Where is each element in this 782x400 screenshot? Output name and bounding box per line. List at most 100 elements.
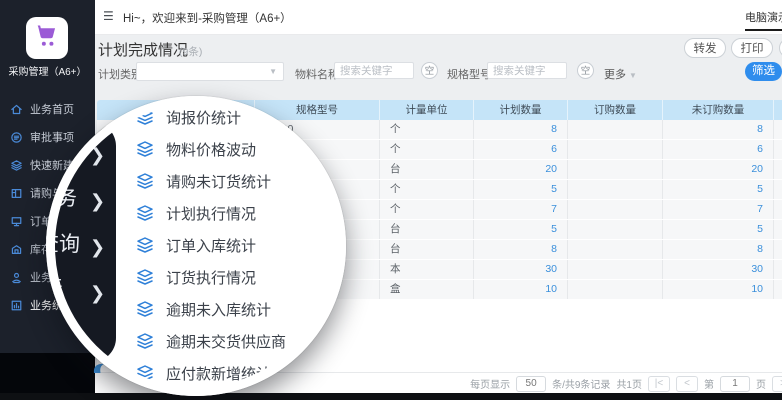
plan-qty-link[interactable]: 8 <box>474 240 568 259</box>
column-header: 未订购数量 <box>663 100 774 120</box>
unordered-qty-link[interactable]: 8 <box>663 120 774 139</box>
layers-icon <box>136 332 154 350</box>
bottom-dark-strip <box>0 393 782 400</box>
layers-icon <box>136 140 154 158</box>
ordered-qty-cell <box>568 180 663 199</box>
ordered-qty-cell <box>568 120 663 139</box>
ordered-qty-cell <box>568 200 663 219</box>
spec-clear-button[interactable]: 空 <box>577 62 594 79</box>
app-root: ☰ Hi~，欢迎来到-采购管理（A6+） 电脑演示 计划完成情况 (9条) 转发… <box>0 0 782 400</box>
spacer-cell <box>774 260 782 279</box>
per-page-input[interactable]: 50 <box>516 376 546 392</box>
top-bar: ☰ Hi~，欢迎来到-采购管理（A6+） 电脑演示 <box>95 0 782 35</box>
spacer-cell <box>774 120 782 139</box>
submenu-item[interactable]: 询报价统计 <box>136 106 241 128</box>
unit-cell: 台 <box>380 220 474 239</box>
submenu-item-label: 订货执行情况 <box>166 267 256 288</box>
shopping-cart-icon <box>33 22 61 55</box>
material-name-label: 物料名称 <box>295 66 339 82</box>
submenu-item-label: 订单入库统计 <box>166 235 256 256</box>
chevron-right-icon: ❯ <box>90 283 110 304</box>
query-icon <box>10 271 23 284</box>
submenu-item-label: 逾期未入库统计 <box>166 299 271 320</box>
submenu-item[interactable]: 计划执行情况 <box>136 202 256 224</box>
ordered-qty-cell <box>568 240 663 259</box>
tab-pc-demo[interactable]: 电脑演示 <box>745 9 782 25</box>
page-number-input[interactable]: 1 <box>720 376 750 392</box>
app-logo <box>26 17 68 59</box>
page-prefix-label: 第 <box>704 376 714 391</box>
spacer-cell <box>774 180 782 199</box>
unit-cell: 个 <box>380 120 474 139</box>
layers-icon <box>136 108 154 126</box>
unit-cell: 台 <box>380 240 474 259</box>
submenu-item[interactable]: 逾期未入库统计 <box>136 298 271 320</box>
unit-cell: 个 <box>380 180 474 199</box>
unordered-qty-link[interactable]: 8 <box>663 240 774 259</box>
submenu-item[interactable]: 请购未订货统计 <box>136 170 271 192</box>
unordered-qty-link[interactable]: 5 <box>663 180 774 199</box>
print-button[interactable]: 打印 <box>731 38 773 58</box>
material-clear-button[interactable]: 空 <box>421 62 438 79</box>
spacer-cell <box>774 240 782 259</box>
submenu-item[interactable]: 逾期未交货供应商 <box>136 330 286 352</box>
plan-qty-link[interactable]: 8 <box>474 120 568 139</box>
pages-total-label: 共1页 <box>616 376 642 391</box>
submenu-item[interactable]: 物料价格波动 <box>136 138 256 160</box>
unordered-qty-link[interactable]: 7 <box>663 200 774 219</box>
filter-button[interactable]: 筛选 <box>745 62 782 81</box>
prev-page-button[interactable]: < <box>676 376 698 392</box>
records-total-label: 条/共9条记录 <box>552 376 610 391</box>
hamburger-menu-icon[interactable]: ☰ <box>103 9 114 23</box>
create-icon <box>10 159 23 172</box>
ordered-qty-cell <box>568 260 663 279</box>
magnified-text-fragment: 务 <box>56 182 77 212</box>
chevron-down-icon: ▼ <box>629 71 637 80</box>
approval-icon <box>10 131 23 144</box>
first-page-button[interactable]: |< <box>648 376 670 392</box>
unordered-qty-link[interactable]: 6 <box>663 140 774 159</box>
more-filters-toggle[interactable]: 更多▼ <box>604 66 637 82</box>
plan-qty-link[interactable]: 7 <box>474 200 568 219</box>
spec-model-label: 规格型号 <box>447 66 491 82</box>
spacer-cell <box>774 140 782 159</box>
active-tab-underline <box>745 29 782 31</box>
plan-qty-link[interactable]: 10 <box>474 280 568 299</box>
welcome-text: Hi~，欢迎来到-采购管理（A6+） <box>123 10 292 26</box>
unordered-qty-link[interactable]: 20 <box>663 160 774 179</box>
column-header: 计量单位 <box>380 100 474 120</box>
chevron-right-icon: ❯ <box>90 145 110 166</box>
plan-type-select[interactable]: ▼ <box>136 62 284 81</box>
unordered-qty-link[interactable]: 10 <box>663 280 774 299</box>
chevron-right-icon: ❯ <box>90 191 110 212</box>
unordered-qty-link[interactable]: 5 <box>663 220 774 239</box>
submenu-item[interactable]: 订货执行情况 <box>136 266 256 288</box>
next-page-button[interactable]: > <box>772 376 782 392</box>
report-icon <box>10 299 23 312</box>
unit-cell: 盒 <box>380 280 474 299</box>
ordered-qty-cell <box>568 160 663 179</box>
layers-icon <box>136 300 154 318</box>
material-search-input[interactable] <box>334 62 414 79</box>
plan-qty-link[interactable]: 30 <box>474 260 568 279</box>
submenu-item-label: 物料价格波动 <box>166 139 256 160</box>
plan-qty-link[interactable]: 5 <box>474 180 568 199</box>
unit-cell: 个 <box>380 200 474 219</box>
layers-icon <box>136 172 154 190</box>
plan-qty-link[interactable]: 20 <box>474 160 568 179</box>
per-page-label: 每页显示 <box>470 376 510 391</box>
magnifier-lens: ❯ ❯ ❯ ❯ 务 查询 表 询报价统计 物料价格波动 请购未订货统计 计划执行… <box>46 96 346 396</box>
column-header: 计划数量 <box>474 100 568 120</box>
forward-button[interactable]: 转发 <box>684 38 726 58</box>
submenu-item[interactable]: 订单入库统计 <box>136 234 256 256</box>
sidebar-item-home[interactable]: 业务首页 <box>0 95 95 123</box>
magnified-text-fragment: 查询 <box>46 228 80 258</box>
page-title: 计划完成情况 <box>98 39 188 60</box>
submenu-item[interactable]: 应付款新增统计 <box>136 362 271 384</box>
plan-qty-link[interactable]: 5 <box>474 220 568 239</box>
plan-qty-link[interactable]: 6 <box>474 140 568 159</box>
unordered-qty-link[interactable]: 30 <box>663 260 774 279</box>
chevron-right-icon: ❯ <box>90 237 110 258</box>
spec-search-input[interactable] <box>487 62 567 79</box>
column-header: 订购数量 <box>568 100 663 120</box>
